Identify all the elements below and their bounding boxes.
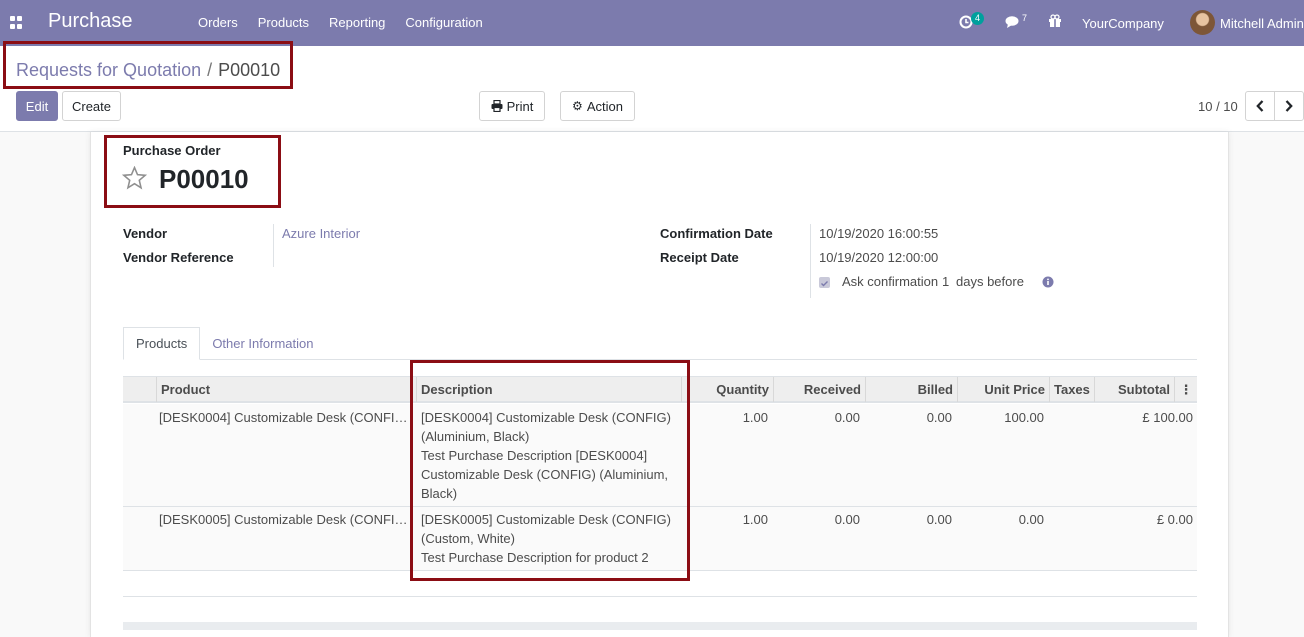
column-description[interactable]: Description bbox=[416, 377, 681, 402]
order-lines-header: Product Description Quantity Received Bi… bbox=[123, 376, 1197, 403]
menu-configuration[interactable]: Configuration bbox=[405, 15, 482, 30]
activity-count-badge: 4 bbox=[971, 12, 984, 25]
doc-type-label: Purchase Order bbox=[123, 143, 221, 158]
vendor-label: Vendor bbox=[123, 226, 168, 241]
column-handle bbox=[123, 377, 156, 402]
column-taxes[interactable]: Taxes bbox=[1049, 377, 1094, 402]
receipt-date-value: 10/19/2020 12:00:00 bbox=[819, 250, 939, 265]
message-count: 7 bbox=[1022, 13, 1028, 23]
favorite-star-icon[interactable] bbox=[122, 166, 147, 190]
ask-confirmation-checkbox[interactable] bbox=[819, 277, 830, 288]
tab-other-information[interactable]: Other Information bbox=[200, 327, 325, 360]
table-footer bbox=[123, 622, 1197, 630]
row-billed: 0.00 bbox=[926, 410, 952, 425]
row-unit-price: 0.00 bbox=[1018, 512, 1044, 527]
menu-orders[interactable]: Orders bbox=[198, 15, 238, 30]
pager-next-button[interactable] bbox=[1274, 91, 1304, 121]
apps-menu-icon[interactable] bbox=[10, 16, 23, 29]
row-quantity: 1.00 bbox=[742, 410, 768, 425]
print-icon bbox=[491, 100, 503, 112]
menu-reporting[interactable]: Reporting bbox=[329, 15, 385, 30]
column-billed[interactable]: Billed bbox=[865, 377, 957, 402]
user-avatar[interactable] bbox=[1190, 10, 1215, 35]
tab-products[interactable]: Products bbox=[123, 327, 201, 360]
gear-icon: ⚙ bbox=[572, 99, 583, 113]
row-received: 0.00 bbox=[834, 410, 860, 425]
company-switcher[interactable]: YourCompany bbox=[1082, 0, 1164, 46]
app-name[interactable]: Purchase bbox=[48, 10, 133, 33]
row-billed: 0.00 bbox=[926, 512, 952, 527]
checkmark-icon bbox=[821, 281, 828, 287]
messages-icon[interactable] bbox=[1005, 15, 1021, 29]
chevron-left-icon bbox=[1256, 100, 1264, 112]
ask-confirmation-suffix: days before bbox=[956, 274, 1024, 289]
top-navbar: Purchase Orders Products Reporting Confi… bbox=[0, 0, 1304, 46]
gift-icon[interactable] bbox=[1048, 14, 1062, 28]
table-empty-row-divider bbox=[123, 596, 1197, 597]
ask-confirmation-label: Ask confirmation bbox=[842, 274, 939, 289]
column-received[interactable]: Received bbox=[773, 377, 865, 402]
confirmation-date-label: Confirmation Date bbox=[660, 226, 773, 241]
chevron-right-icon bbox=[1285, 100, 1293, 112]
row-product: [DESK0004] Customizable Desk (CONFI… bbox=[159, 410, 408, 425]
optional-columns-icon[interactable]: ⋮ bbox=[1174, 377, 1197, 402]
print-label: Print bbox=[506, 98, 534, 114]
breadcrumb-separator: / bbox=[207, 60, 213, 80]
pager-previous-button[interactable] bbox=[1245, 91, 1275, 121]
row-received: 0.00 bbox=[834, 512, 860, 527]
row-subtotal: £ 0.00 bbox=[1156, 512, 1193, 527]
control-panel: Requests for Quotation / P00010 Edit Cre… bbox=[0, 41, 1304, 132]
column-product[interactable]: Product bbox=[156, 377, 416, 402]
order-name: P00010 bbox=[159, 164, 249, 194]
print-button[interactable]: Print bbox=[479, 91, 545, 121]
field-divider bbox=[810, 224, 811, 298]
main-menu: Orders Products Reporting Configuration bbox=[188, 15, 493, 30]
breadcrumb-rfq-link[interactable]: Requests for Quotation bbox=[16, 60, 201, 81]
action-label: Action bbox=[586, 98, 623, 114]
action-button[interactable]: ⚙ Action bbox=[560, 91, 635, 121]
user-menu[interactable]: Mitchell Admin bbox=[1220, 0, 1304, 46]
column-subtotal[interactable]: Subtotal bbox=[1094, 377, 1174, 402]
field-divider bbox=[273, 224, 274, 267]
row-subtotal: £ 100.00 bbox=[1142, 410, 1193, 425]
breadcrumb: Requests for Quotation / P00010 bbox=[16, 60, 280, 81]
row-description: [DESK0004] Customizable Desk (CONFIG) (A… bbox=[421, 410, 671, 501]
confirmation-date-value: 10/19/2020 16:00:55 bbox=[819, 226, 939, 241]
column-quantity[interactable]: Quantity bbox=[681, 377, 773, 402]
vendor-value-link[interactable]: Azure Interior bbox=[282, 226, 360, 241]
info-icon[interactable] bbox=[1042, 276, 1054, 288]
menu-products[interactable]: Products bbox=[258, 15, 309, 30]
edit-button[interactable]: Edit bbox=[16, 91, 58, 121]
pager-value[interactable]: 10 / 10 bbox=[1198, 99, 1238, 114]
breadcrumb-current: P00010 bbox=[218, 60, 281, 80]
row-description: [DESK0005] Customizable Desk (CONFIG) (C… bbox=[421, 512, 671, 565]
column-unit-price[interactable]: Unit Price bbox=[957, 377, 1049, 402]
row-unit-price: 100.00 bbox=[1004, 410, 1044, 425]
row-product: [DESK0005] Customizable Desk (CONFI… bbox=[159, 512, 408, 527]
vendor-reference-label: Vendor Reference bbox=[123, 250, 234, 265]
notebook-tabs: Products Other Information bbox=[123, 327, 325, 360]
ask-confirmation-days: 1 bbox=[942, 274, 950, 289]
create-button[interactable]: Create bbox=[62, 91, 121, 121]
receipt-date-label: Receipt Date bbox=[660, 250, 739, 265]
row-quantity: 1.00 bbox=[742, 512, 768, 527]
